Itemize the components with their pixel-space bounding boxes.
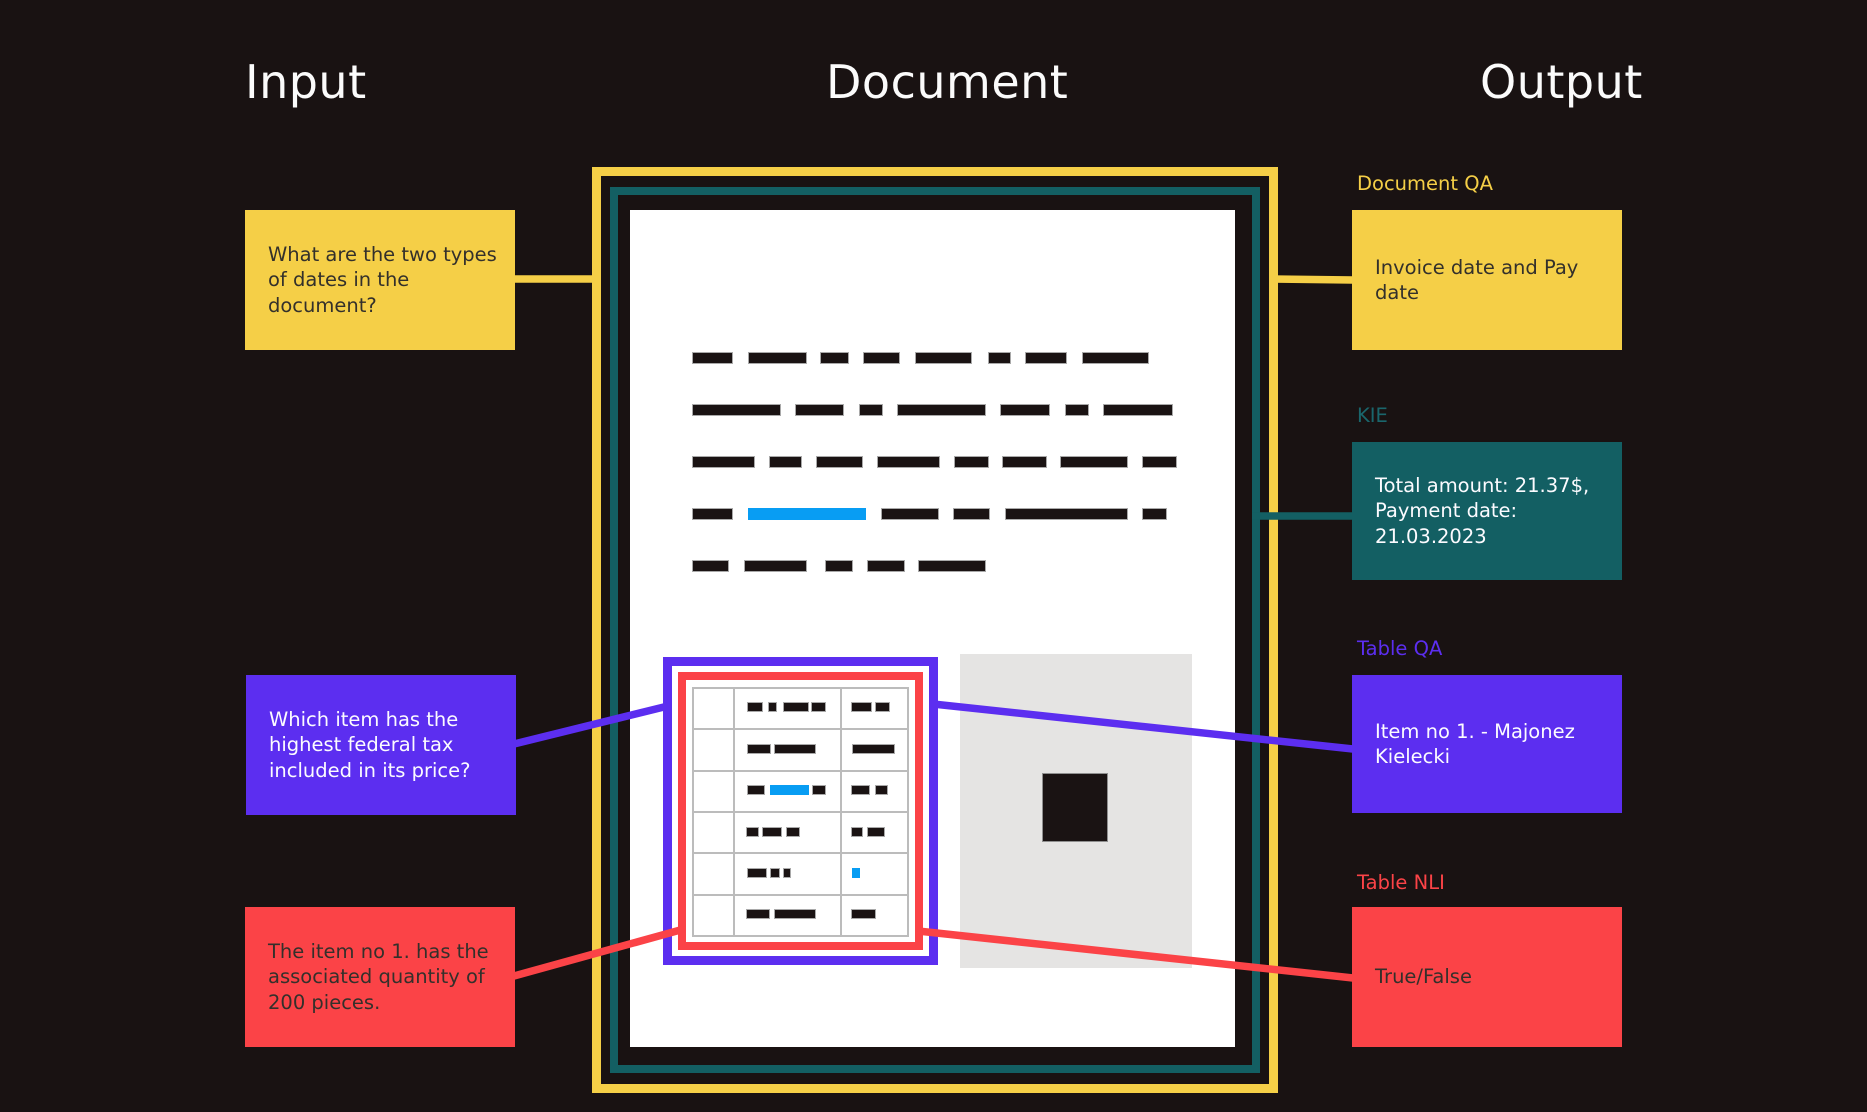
table-cell-bar [770, 868, 780, 878]
redacted-bar [825, 560, 853, 572]
table-cell-bar [746, 909, 770, 919]
document-image-black-square [1042, 773, 1108, 842]
table-cell-bar [768, 702, 777, 712]
redacted-bar [1005, 508, 1128, 520]
table-cell-bar [875, 702, 890, 712]
table-row-line [692, 811, 909, 813]
redacted-bar [1060, 456, 1128, 468]
table-cell-bar [747, 702, 763, 712]
redacted-bar [954, 456, 989, 468]
redacted-bar [692, 560, 729, 572]
redacted-bar [953, 508, 990, 520]
output-label-table-qa: Table QA [1357, 637, 1442, 660]
table-cell-bar [786, 827, 800, 837]
table-cell-bar [867, 827, 885, 837]
redacted-bar [1000, 404, 1050, 416]
table-cell-bar [747, 744, 771, 754]
redacted-bar [692, 456, 755, 468]
redacted-bar [1103, 404, 1173, 416]
redacted-bar [692, 352, 733, 364]
table-row-line [692, 894, 909, 896]
table-row-line [692, 687, 909, 689]
output-box-table-qa-text: Item no 1. - Majonez Kielecki [1375, 719, 1610, 770]
output-box-table-nli-text: True/False [1375, 964, 1472, 990]
redacted-bar [816, 456, 863, 468]
redacted-bar [918, 560, 986, 572]
table-row-line [692, 852, 909, 854]
redacted-bar [795, 404, 844, 416]
redacted-bar-highlighted [748, 508, 866, 520]
output-box-document-qa-text: Invoice date and Pay date [1375, 255, 1610, 306]
table-cell-bar [851, 827, 863, 837]
table-cell-bar [783, 702, 809, 712]
redacted-bar [1065, 404, 1089, 416]
table-cell-bar [852, 744, 895, 754]
table-cell-bar-highlighted [770, 785, 809, 795]
input-box-table-qa-text: Which item has the highest federal tax i… [269, 707, 504, 784]
document-column-title: Document [826, 55, 1068, 109]
redacted-bar [881, 508, 939, 520]
redacted-bar [820, 352, 849, 364]
table-row-line [692, 728, 909, 730]
input-box-table-nli-text: The item no 1. has the associated quanti… [268, 939, 503, 1016]
table-cell-bar [747, 785, 765, 795]
figure-canvas: Input Document Output What are the two t… [0, 0, 1867, 1112]
table-cell-bar-highlighted [852, 868, 860, 878]
input-column-title: Input [245, 55, 367, 109]
redacted-bar [692, 404, 781, 416]
redacted-bar [744, 560, 807, 572]
input-box-table-qa: Which item has the highest federal tax i… [246, 675, 516, 815]
redacted-bar [769, 456, 802, 468]
redacted-bar [877, 456, 940, 468]
redacted-bar [748, 352, 807, 364]
output-box-kie-text: Total amount: 21.37$, Payment date: 21.0… [1375, 473, 1610, 550]
table-row-line [692, 935, 909, 937]
output-label-kie: KIE [1357, 404, 1388, 427]
output-box-kie: Total amount: 21.37$, Payment date: 21.0… [1352, 442, 1622, 580]
redacted-bar [867, 560, 905, 572]
redacted-bar [1142, 508, 1167, 520]
table-cell-bar [851, 909, 876, 919]
output-box-table-nli: True/False [1352, 907, 1622, 1047]
table-cell-bar [774, 744, 816, 754]
redacted-bar [1082, 352, 1149, 364]
table-cell-bar [811, 702, 826, 712]
output-column-title: Output [1480, 55, 1643, 109]
redacted-bar [897, 404, 986, 416]
output-box-table-qa: Item no 1. - Majonez Kielecki [1352, 675, 1622, 813]
redacted-bar [692, 508, 733, 520]
redacted-bar [863, 352, 900, 364]
table-cell-bar [762, 827, 782, 837]
redacted-bar [988, 352, 1011, 364]
redacted-bar [1142, 456, 1177, 468]
table-row-line [692, 770, 909, 772]
input-box-document-qa: What are the two types of dates in the d… [245, 210, 515, 350]
redacted-bar [1002, 456, 1047, 468]
table-cell-bar [851, 702, 872, 712]
output-label-table-nli: Table NLI [1357, 871, 1445, 894]
connector-docqa-right [1272, 279, 1353, 280]
input-box-document-qa-text: What are the two types of dates in the d… [268, 242, 503, 319]
table-cell-bar [851, 785, 870, 795]
redacted-bar [1025, 352, 1067, 364]
redacted-bar [859, 404, 883, 416]
table-cell-bar [875, 785, 888, 795]
table-cell-bar [747, 868, 767, 878]
table-cell-bar [812, 785, 826, 795]
table-cell-bar [774, 909, 816, 919]
output-label-document-qa: Document QA [1357, 172, 1493, 195]
table-cell-bar [783, 868, 791, 878]
redacted-bar [915, 352, 972, 364]
output-box-document-qa: Invoice date and Pay date [1352, 210, 1622, 350]
table-cell-bar [746, 827, 759, 837]
input-box-table-nli: The item no 1. has the associated quanti… [245, 907, 515, 1047]
